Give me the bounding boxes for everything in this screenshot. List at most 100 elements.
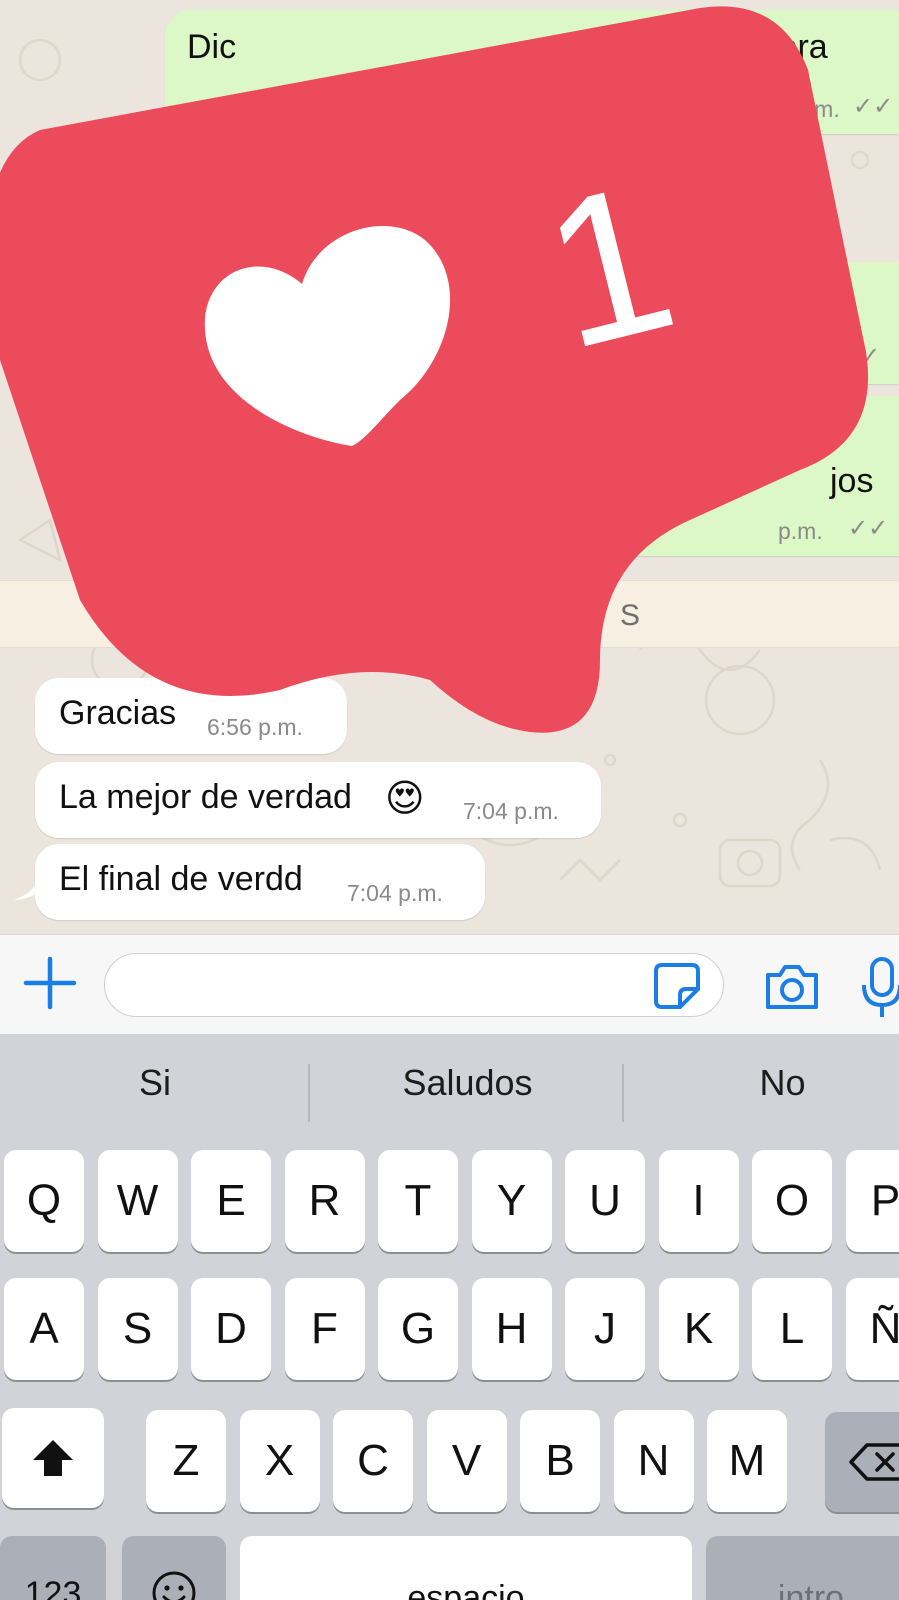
key-ñ[interactable]: Ñ (845, 1278, 899, 1380)
key-d[interactable]: D (191, 1278, 271, 1380)
delete-icon (849, 1443, 899, 1481)
key-label: T (404, 1176, 432, 1225)
key-c[interactable]: C (333, 1410, 413, 1512)
message-time: 6:56 p.m. (207, 714, 303, 740)
message-time: 7:04 p.m. (347, 880, 443, 906)
unread-messages-banner: S (0, 580, 899, 648)
key-q[interactable]: Q (4, 1150, 84, 1252)
shift-key[interactable] (2, 1408, 104, 1508)
ios-keyboard: Si Saludos No Q W E R T Y U I O P A S D F G H J K L Ñ Z X C V B N… (0, 1034, 899, 1600)
message-text: Gracias (59, 694, 177, 732)
key-label: E (216, 1176, 246, 1225)
message-time: 7:04 p.m. (463, 798, 559, 824)
key-label: D (215, 1304, 247, 1353)
message-text: Dic (187, 28, 237, 66)
chat-messages-area[interactable]: Dic lora p.m. ✓✓ ✓ jos p.m. ✓✓ S Gracias… (0, 0, 899, 934)
key-label: V (451, 1436, 482, 1485)
key-label: M (728, 1436, 766, 1485)
key-y[interactable]: Y (471, 1150, 552, 1252)
return-key[interactable]: intro (706, 1536, 899, 1600)
key-label: W (116, 1176, 159, 1225)
message-input-bar (0, 934, 899, 1035)
key-label: Q (26, 1176, 62, 1225)
delete-key[interactable] (825, 1412, 899, 1512)
plus-icon[interactable] (20, 953, 80, 1013)
key-a[interactable]: A (4, 1278, 84, 1380)
message-time: p.m. (778, 518, 823, 544)
key-label: C (357, 1436, 389, 1485)
outgoing-message[interactable]: jos p.m. ✓✓ (560, 396, 899, 556)
incoming-message[interactable]: El final de verdd 7:04 p.m. (35, 844, 485, 920)
key-label: Ñ (869, 1304, 899, 1353)
suggestion-divider (308, 1064, 310, 1122)
key-label: P (870, 1176, 899, 1225)
message-input[interactable] (127, 964, 651, 1006)
key-e[interactable]: E (191, 1150, 271, 1252)
message-text: La mejor de verdad (59, 778, 352, 816)
key-l[interactable]: L (752, 1278, 832, 1380)
key-label: Y (496, 1176, 527, 1225)
key-k[interactable]: K (658, 1278, 739, 1380)
key-label: A (29, 1304, 59, 1353)
outgoing-message[interactable]: Dic lora p.m. ✓✓ (165, 10, 899, 134)
key-label: X (264, 1436, 295, 1485)
suggestion-1[interactable]: Si (60, 1062, 250, 1104)
key-p[interactable]: P (845, 1150, 899, 1252)
read-ticks-icon: ✓ (860, 343, 881, 370)
key-label: F (311, 1304, 338, 1353)
key-h[interactable]: H (471, 1278, 552, 1380)
key-t[interactable]: T (378, 1150, 458, 1252)
key-f[interactable]: F (284, 1278, 365, 1380)
key-o[interactable]: O (752, 1150, 832, 1252)
emoji-key[interactable] (122, 1536, 226, 1600)
key-b[interactable]: B (520, 1410, 600, 1512)
key-label: Z (172, 1436, 200, 1485)
numbers-key[interactable]: 123 (0, 1536, 106, 1600)
incoming-message[interactable]: La mejor de verdad 😍 7:04 p.m. (35, 762, 601, 838)
microphone-icon[interactable] (860, 955, 899, 1019)
key-label: K (683, 1304, 714, 1353)
key-label: U (589, 1176, 621, 1225)
incoming-message[interactable]: Gracias 6:56 p.m. (35, 678, 347, 754)
key-i[interactable]: I (658, 1150, 739, 1252)
message-time: p.m. (795, 96, 840, 122)
key-label: L (779, 1304, 805, 1353)
unread-banner-text: S (620, 599, 641, 632)
key-v[interactable]: V (426, 1410, 507, 1512)
numbers-key-label: 123 (24, 1575, 82, 1600)
key-label: N (637, 1436, 670, 1485)
message-text: El final de verdd (59, 860, 303, 898)
key-z[interactable]: Z (146, 1410, 226, 1512)
key-label: R (308, 1176, 341, 1225)
sticker-icon[interactable] (652, 961, 702, 1011)
key-x[interactable]: X (239, 1410, 320, 1512)
suggestion-3[interactable]: No (680, 1062, 885, 1104)
message-field[interactable] (104, 953, 724, 1017)
space-key[interactable]: espacio (240, 1536, 692, 1600)
suggestion-divider (622, 1064, 624, 1122)
chat-screen: Dic lora p.m. ✓✓ ✓ jos p.m. ✓✓ S Gracias… (0, 0, 899, 1600)
key-label: G (400, 1304, 436, 1353)
message-text-end: jos (830, 462, 874, 500)
key-label: B (545, 1436, 575, 1485)
key-r[interactable]: R (284, 1150, 365, 1252)
key-label: S (122, 1304, 153, 1353)
predictive-suggestions-bar: Si Saludos No (0, 1034, 899, 1130)
emoji-icon (152, 1571, 196, 1600)
space-key-label: espacio (407, 1579, 525, 1600)
outgoing-message[interactable]: ✓ (620, 262, 899, 384)
key-w[interactable]: W (97, 1150, 178, 1252)
key-u[interactable]: U (565, 1150, 645, 1252)
shift-icon (33, 1440, 73, 1476)
key-j[interactable]: J (565, 1278, 645, 1380)
suggestion-2[interactable]: Saludos (360, 1062, 575, 1104)
key-s[interactable]: S (97, 1278, 178, 1380)
read-ticks-icon: ✓✓ (848, 515, 889, 542)
key-m[interactable]: M (707, 1410, 787, 1512)
read-ticks-icon: ✓✓ (853, 93, 894, 120)
camera-icon[interactable] (762, 961, 822, 1013)
key-label: I (692, 1176, 705, 1225)
key-label: H (495, 1304, 528, 1353)
key-g[interactable]: G (378, 1278, 458, 1380)
key-n[interactable]: N (613, 1410, 694, 1512)
